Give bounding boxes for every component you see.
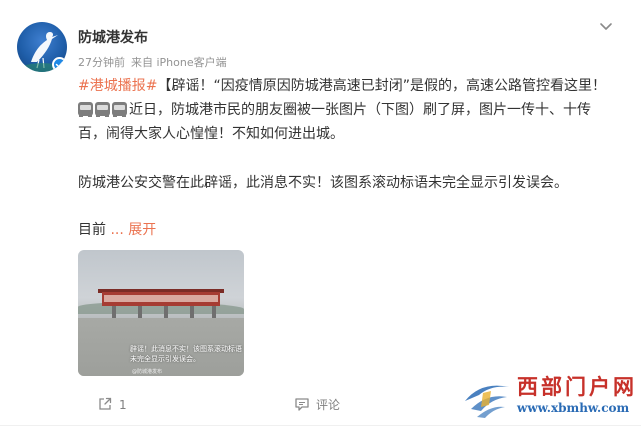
chevron-down-icon[interactable] <box>598 18 614 34</box>
author-name[interactable]: 防城港发布 <box>78 27 148 47</box>
truncated-text: 目前 <box>78 222 106 238</box>
verified-badge-icon <box>52 57 67 72</box>
site-logo-icon <box>465 385 509 418</box>
post-headline: 【辟谣！“因疫情原因防城港高速已封闭”是假的，高速公路管控看这里！ <box>157 78 606 94</box>
topic-tag-link[interactable]: #港城播报# <box>78 78 157 94</box>
expand-link[interactable]: ... 展开 <box>110 222 156 238</box>
post-text-body: 近日，防城港市民的朋友圈被一张图片（下图）刷了屏，图片一传十、十传 <box>129 102 591 118</box>
post-source: 来自 iPhone客户端 <box>131 56 227 69</box>
comment-button[interactable]: 评论 <box>294 396 340 413</box>
subway-train-emoji <box>78 101 93 117</box>
post-meta: 27分钟前 来自 iPhone客户端 <box>78 54 233 70</box>
comment-icon <box>295 398 309 411</box>
toll-gate-sign <box>102 292 220 306</box>
post-image-thumbnail[interactable]: 辟谣！此消息不实！该图系滚动标语未完全显示引发误会。 @防城港发布 <box>78 250 244 376</box>
site-watermark-title: 西部门户网 <box>517 374 637 399</box>
post-paragraph-2: 防城港公安交警在此辟谣，此消息不实！该图系滚动标语未完全显示引发误会。 <box>78 175 568 191</box>
post-text-line-2: 近日，防城港市民的朋友圈被一张图片（下图）刷了屏，图片一传十、十传 <box>78 98 618 122</box>
post-text-line-3: 百，闹得大家人心惶惶！不知如何进出城。 <box>78 126 344 142</box>
post-text-line-1: #港城播报#【辟谣！“因疫情原因防城港高速已封闭”是假的，高速公路管控看这里！ <box>78 74 618 98</box>
share-icon <box>99 397 112 410</box>
subway-train-emoji <box>95 101 110 117</box>
comment-label: 评论 <box>316 398 341 412</box>
subway-train-emoji <box>112 101 127 117</box>
post-paragraph-3: 目前 ... 展开 <box>78 218 618 242</box>
weibo-post-card: 防城港发布 27分钟前 来自 iPhone客户端 #港城播报#【辟谣！“因疫情原因… <box>0 0 641 426</box>
avatar[interactable] <box>17 22 67 72</box>
share-count: 1 <box>119 398 127 412</box>
image-caption: 辟谣！此消息不实！该图系滚动标语未完全显示引发误会。 <box>130 345 242 363</box>
share-button[interactable]: 1 <box>97 396 127 412</box>
site-watermark-url: www.xbmhw.com <box>517 401 630 415</box>
post-time[interactable]: 27分钟前 <box>78 56 125 69</box>
site-watermark: 西部门户网 www.xbmhw.com <box>459 365 641 426</box>
image-watermark: @防城港发布 <box>132 369 163 375</box>
